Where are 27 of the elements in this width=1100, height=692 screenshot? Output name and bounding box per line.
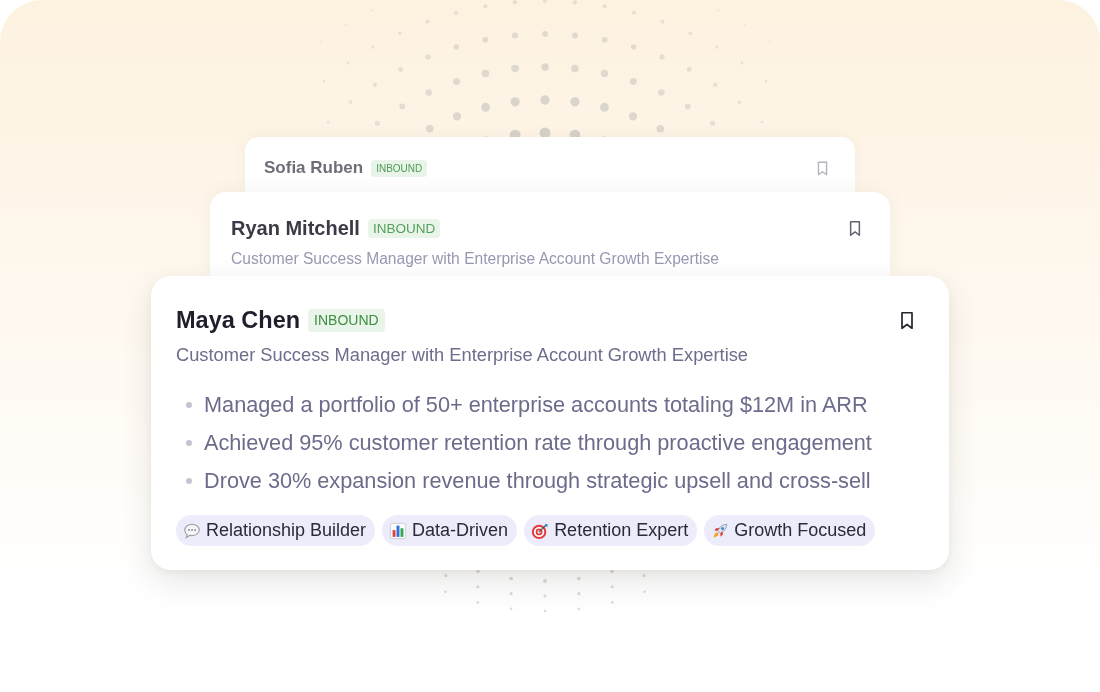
bullet-icon xyxy=(186,478,192,484)
candidate-card[interactable] xyxy=(151,276,949,570)
skill-tag: Data-Driven xyxy=(382,515,518,546)
highlight-text: Achieved 95% customer retention rate through proactive engagement xyxy=(204,430,872,456)
bullet-icon xyxy=(186,440,192,446)
source-badge: INBOUND xyxy=(367,218,441,238)
bookmark-icon[interactable] xyxy=(848,219,862,237)
target-icon xyxy=(531,521,550,540)
bookmark-icon[interactable] xyxy=(899,310,915,330)
highlight-text: Managed a portfolio of 50+ enterprise accounts totaling $12M in ARR xyxy=(204,392,868,418)
candidate-card[interactable]: Sofia Ruben INBOUND xyxy=(245,137,855,192)
rocket-icon xyxy=(711,521,730,540)
candidate-card[interactable]: Ryan Mitchell INBOUND Customer Success Manager with Enterprise Account Growth Expertise xyxy=(210,192,890,276)
candidate-headline: Customer Success Manager with Enterprise Account Growth Expertise xyxy=(176,344,750,366)
skill-tag: Growth Focused xyxy=(704,515,876,546)
candidate-name: Sofia Ruben xyxy=(264,158,364,178)
candidate-name: Ryan Mitchell xyxy=(231,216,360,240)
candidate-name: Maya Chen xyxy=(176,306,301,334)
skill-tag: Relationship Builder xyxy=(176,515,376,546)
highlight-text: Drove 30% expansion revenue through strategic upsell and cross-sell xyxy=(204,468,871,494)
skill-tag: Retention Expert xyxy=(524,515,698,546)
speech-bubble-icon xyxy=(183,521,201,540)
bullet-icon xyxy=(186,402,192,408)
source-badge: INBOUND xyxy=(308,308,385,332)
bar-chart-icon xyxy=(389,521,408,540)
candidate-headline: Customer Success Manager with Enterprise Account Growth Expertise xyxy=(231,249,720,268)
source-badge: INBOUND xyxy=(371,159,428,177)
